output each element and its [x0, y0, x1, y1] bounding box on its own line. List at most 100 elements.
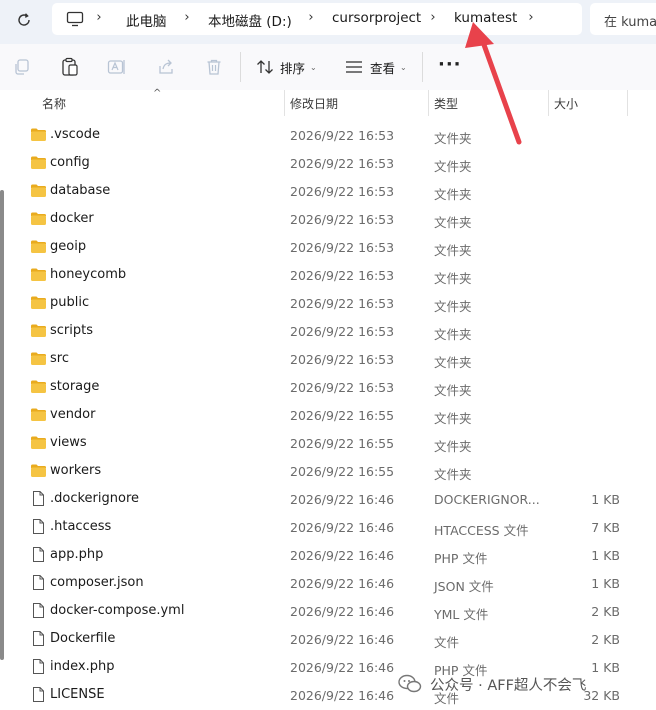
file-row[interactable]: src 2026/9/22 16:53 文件夹 — [0, 345, 656, 373]
more-options-button[interactable]: ··· — [438, 54, 462, 75]
file-row[interactable]: database 2026/9/22 16:53 文件夹 — [0, 177, 656, 205]
command-bar: 排序 ⌄ 查看 ⌄ ··· — [0, 44, 656, 91]
file-modified: 2026/9/22 16:53 — [290, 212, 395, 227]
file-row[interactable]: config 2026/9/22 16:53 文件夹 — [0, 149, 656, 177]
file-type: 文件夹 — [434, 243, 472, 258]
file-type: 文件夹 — [434, 355, 472, 370]
chevron-right-icon: › — [96, 10, 102, 25]
file-modified: 2026/9/22 16:53 — [290, 240, 395, 255]
folder-icon — [30, 127, 47, 142]
file-row[interactable]: workers 2026/9/22 16:55 文件夹 — [0, 457, 656, 485]
file-row[interactable]: composer.json 2026/9/22 16:46 JSON 文件 1 … — [0, 569, 656, 597]
file-row[interactable]: vendor 2026/9/22 16:55 文件夹 — [0, 401, 656, 429]
file-size: 1 KB — [591, 576, 620, 591]
column-name[interactable]: 名称 — [42, 95, 66, 112]
file-name: views — [50, 435, 87, 450]
breadcrumb-cursorproject[interactable]: cursorproject — [332, 10, 421, 26]
breadcrumb-drive-d[interactable]: 本地磁盘 (D:) — [208, 10, 292, 30]
file-name: public — [50, 295, 90, 310]
file-size: 2 KB — [591, 604, 620, 619]
file-row[interactable]: .htaccess 2026/9/22 16:46 HTACCESS 文件 7 … — [0, 513, 656, 541]
sort-button[interactable]: 排序 ⌄ — [256, 57, 317, 77]
share-icon — [159, 59, 173, 74]
file-row[interactable]: geoip 2026/9/22 16:53 文件夹 — [0, 233, 656, 261]
paste-icon — [62, 57, 78, 76]
folder-icon — [30, 155, 47, 170]
file-name: vendor — [50, 407, 96, 422]
toolbar-divider — [240, 52, 241, 82]
view-label: 查看 — [370, 60, 396, 76]
breadcrumb-kumatest[interactable]: kumatest — [454, 10, 517, 26]
file-row[interactable]: scripts 2026/9/22 16:53 文件夹 — [0, 317, 656, 345]
file-size: 32 KB — [583, 688, 620, 703]
file-name: geoip — [50, 239, 87, 254]
copy-button[interactable] — [11, 56, 33, 78]
share-button[interactable] — [155, 56, 177, 78]
file-type: 文件 — [434, 635, 460, 650]
file-modified: 2026/9/22 16:46 — [290, 660, 395, 675]
file-row[interactable]: views 2026/9/22 16:55 文件夹 — [0, 429, 656, 457]
column-resize-handle[interactable] — [627, 90, 628, 116]
column-type[interactable]: 类型 — [434, 95, 458, 112]
file-type: 文件夹 — [434, 215, 472, 230]
chevron-right-icon[interactable]: › — [524, 10, 538, 25]
file-row[interactable]: public 2026/9/22 16:53 文件夹 — [0, 289, 656, 317]
file-modified: 2026/9/22 16:46 — [290, 492, 395, 507]
file-modified: 2026/9/22 16:53 — [290, 380, 395, 395]
folder-icon — [30, 267, 47, 282]
file-type: 文件夹 — [434, 327, 472, 342]
file-row[interactable]: honeycomb 2026/9/22 16:53 文件夹 — [0, 261, 656, 289]
rename-button[interactable] — [106, 56, 128, 78]
rename-icon — [107, 60, 125, 74]
file-name: docker-compose.yml — [50, 603, 185, 618]
file-row[interactable]: storage 2026/9/22 16:53 文件夹 — [0, 373, 656, 401]
computer-icon — [66, 11, 84, 27]
file-name: app.php — [50, 547, 104, 562]
chevron-down-icon: ⌄ — [400, 62, 407, 72]
breadcrumb-this-pc[interactable]: 此电脑 — [126, 10, 167, 30]
file-modified: 2026/9/22 16:46 — [290, 632, 395, 647]
file-type: 文件夹 — [434, 271, 472, 286]
file-name: LICENSE — [50, 687, 105, 702]
sort-icon — [257, 60, 273, 74]
refresh-button[interactable] — [14, 10, 34, 30]
column-resize-handle[interactable] — [428, 90, 429, 116]
chevron-down-icon: ⌄ — [310, 62, 317, 72]
file-name: .dockerignore — [50, 491, 140, 506]
trash-icon — [207, 59, 221, 75]
file-row[interactable]: .dockerignore 2026/9/22 16:46 DOCKERIGNO… — [0, 485, 656, 513]
column-size[interactable]: 大小 — [554, 95, 578, 112]
file-row[interactable]: docker-compose.yml 2026/9/22 16:46 YML 文… — [0, 597, 656, 625]
file-name: database — [50, 183, 111, 198]
file-type: PHP 文件 — [434, 551, 488, 566]
file-name: docker — [50, 211, 94, 226]
watermark-text: 公众号 · AFF超人不会飞 — [430, 677, 587, 694]
file-modified: 2026/9/22 16:53 — [290, 156, 395, 171]
file-row[interactable]: app.php 2026/9/22 16:46 PHP 文件 1 KB — [0, 541, 656, 569]
address-field[interactable]: › 此电脑 › 本地磁盘 (D:) › cursorproject › kuma… — [52, 3, 582, 35]
folder-icon — [30, 435, 47, 450]
paste-button[interactable] — [59, 56, 81, 78]
sort-label: 排序 — [280, 60, 306, 76]
column-resize-handle[interactable] — [548, 90, 549, 116]
search-box[interactable]: 在 kuma — [590, 3, 656, 35]
file-size: 2 KB — [591, 632, 620, 647]
file-icon — [30, 631, 47, 646]
chevron-right-icon: › — [430, 10, 436, 25]
file-row[interactable]: docker 2026/9/22 16:53 文件夹 — [0, 205, 656, 233]
file-size: 1 KB — [591, 492, 620, 507]
column-modified[interactable]: 修改日期 — [290, 95, 338, 112]
refresh-icon — [18, 13, 30, 26]
file-modified: 2026/9/22 16:46 — [290, 520, 395, 535]
file-modified: 2026/9/22 16:46 — [290, 688, 395, 703]
file-icon — [30, 491, 47, 506]
file-row[interactable]: .vscode 2026/9/22 16:53 文件夹 — [0, 121, 656, 149]
file-type: YML 文件 — [434, 607, 489, 622]
folder-icon — [30, 379, 47, 394]
file-type: DOCKERIGNOR... — [434, 492, 540, 507]
file-row[interactable]: Dockerfile 2026/9/22 16:46 文件 2 KB — [0, 625, 656, 653]
view-button[interactable]: 查看 ⌄ — [345, 57, 407, 77]
file-icon — [30, 575, 47, 590]
delete-button[interactable] — [203, 56, 225, 78]
column-resize-handle[interactable] — [284, 90, 285, 116]
